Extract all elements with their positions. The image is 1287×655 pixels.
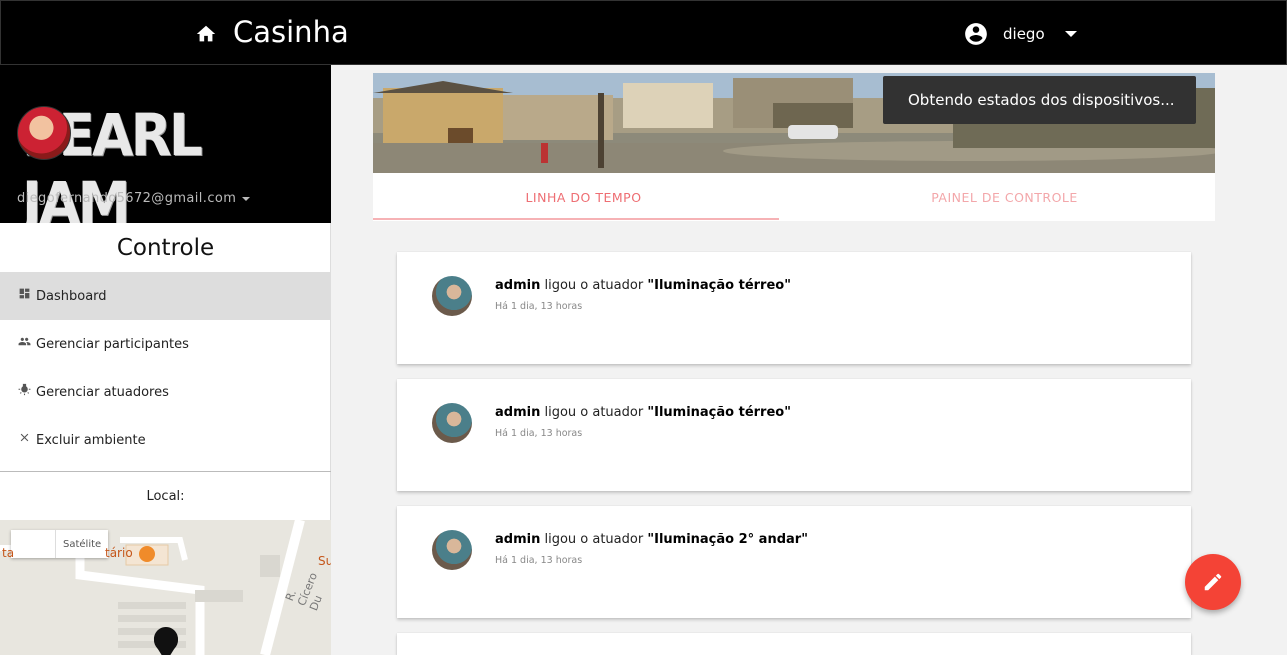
- tab-bar: LINHA DO TEMPO PAINEL DE CONTROLE: [373, 173, 1215, 221]
- sidebar-item-participants[interactable]: Gerenciar participantes: [0, 320, 331, 368]
- account-circle-icon: [965, 23, 987, 45]
- entry-target: "Iluminação térreo": [647, 405, 791, 420]
- map-type-satellite-button[interactable]: Satélite: [55, 530, 108, 558]
- avatar: [432, 276, 472, 316]
- divider: [0, 471, 331, 472]
- close-icon: [20, 433, 29, 441]
- toast-notification: Obtendo estados dos dispositivos...: [883, 76, 1196, 124]
- entry-action: ligou o atuador: [540, 532, 648, 547]
- timeline-entry-text: admin ligou o atuador "Iluminação térreo…: [495, 405, 791, 420]
- timeline-card: [397, 633, 1191, 655]
- timeline-card: admin ligou o atuador "Iluminação 2° and…: [397, 506, 1191, 618]
- location-map[interactable]: Satélite ta tário Su R. Cícero Du: [0, 520, 331, 655]
- sidebar-item-label: Gerenciar atuadores: [36, 384, 169, 400]
- people-icon: [18, 337, 31, 345]
- pencil-icon: [1204, 573, 1222, 591]
- local-label: Local:: [146, 489, 185, 504]
- entry-user: admin: [495, 278, 541, 293]
- sidebar-item-label: Dashboard: [36, 288, 107, 304]
- dropdown-caret-icon: [1064, 31, 1077, 37]
- entry-target: "Iluminação 2° andar": [647, 532, 808, 547]
- dashboard-icon: [19, 288, 30, 298]
- app-title: Casinha: [233, 15, 349, 49]
- avatar: [432, 530, 472, 570]
- tab-timeline[interactable]: LINHA DO TEMPO: [373, 173, 794, 221]
- entry-user: admin: [495, 532, 541, 547]
- user-name: diego: [1003, 25, 1045, 43]
- edit-fab-button[interactable]: [1185, 554, 1241, 610]
- entry-target: "Iluminação térreo": [647, 278, 791, 293]
- timeline-entry-text: admin ligou o atuador "Iluminação térreo…: [495, 278, 791, 293]
- timeline-entry-text: admin ligou o atuador "Iluminação 2° and…: [495, 532, 808, 547]
- profile-header: PEARL JAM diegofernando5672@gmail.com: [0, 65, 331, 223]
- map-place-label-left: ta: [2, 546, 15, 560]
- sidebar-menu: Dashboard Gerenciar participantes Gerenc…: [0, 272, 331, 464]
- avatar: [17, 106, 71, 160]
- sidebar-item-label: Excluir ambiente: [36, 432, 146, 448]
- sidebar-item-dashboard[interactable]: Dashboard: [0, 272, 331, 320]
- entry-timestamp: Há 1 dia, 13 horas: [495, 555, 583, 566]
- top-app-bar: Casinha diego: [0, 0, 1287, 65]
- section-title: Controle: [116, 235, 215, 261]
- profile-email: diegofernando5672@gmail.com: [17, 191, 237, 206]
- entry-user: admin: [495, 405, 541, 420]
- timeline-card: admin ligou o atuador "Iluminação térreo…: [397, 379, 1191, 491]
- entry-action: ligou o atuador: [540, 278, 648, 293]
- sidebar: PEARL JAM diegofernando5672@gmail.com Co…: [0, 65, 331, 655]
- toast-text: Obtendo estados dos dispositivos...: [908, 91, 1175, 109]
- bulb-icon: [18, 383, 31, 395]
- map-place-label: tário: [105, 546, 133, 560]
- profile-email-dropdown[interactable]: diegofernando5672@gmail.com: [17, 191, 251, 206]
- tab-control-panel[interactable]: PAINEL DE CONTROLE: [794, 173, 1215, 221]
- timeline-card: admin ligou o atuador "Iluminação térreo…: [397, 252, 1191, 364]
- sidebar-item-delete-environment[interactable]: Excluir ambiente: [0, 416, 331, 464]
- entry-timestamp: Há 1 dia, 13 horas: [495, 301, 583, 312]
- map-type-toggle[interactable]: Satélite: [11, 530, 109, 558]
- avatar: [432, 403, 472, 443]
- dropdown-caret-icon: [242, 196, 251, 201]
- active-tab-indicator: [373, 218, 779, 220]
- user-menu-button[interactable]: diego: [963, 21, 1077, 47]
- entry-action: ligou o atuador: [540, 405, 648, 420]
- map-type-map-button[interactable]: [11, 530, 55, 558]
- sidebar-item-actuators[interactable]: Gerenciar atuadores: [0, 368, 331, 416]
- entry-timestamp: Há 1 dia, 13 horas: [495, 428, 583, 439]
- home-icon[interactable]: [195, 23, 217, 45]
- sidebar-item-label: Gerenciar participantes: [36, 336, 189, 352]
